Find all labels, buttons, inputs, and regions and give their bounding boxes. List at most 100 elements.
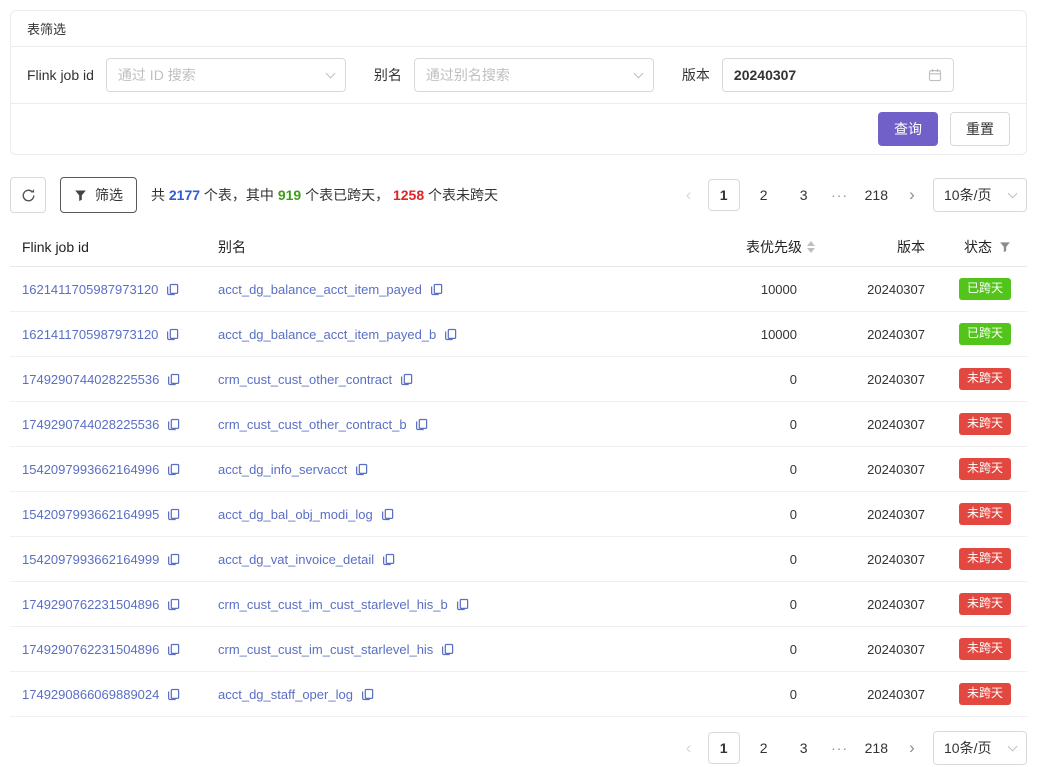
total-count: 2177 — [169, 187, 200, 203]
cell-flink-job-id: 1749290744028225536 — [22, 372, 218, 387]
copy-icon[interactable] — [167, 418, 180, 431]
flink-job-id-link[interactable]: 1749290762231504896 — [22, 642, 159, 657]
column-label: 别名 — [218, 237, 246, 257]
flink-job-id-link[interactable]: 1749290744028225536 — [22, 372, 159, 387]
search-button[interactable]: 查询 — [878, 112, 938, 146]
alias-link[interactable]: crm_cust_cust_other_contract — [218, 372, 392, 387]
refresh-button[interactable] — [10, 177, 46, 213]
alias-link[interactable]: crm_cust_cust_im_cust_starlevel_his — [218, 642, 433, 657]
pagination-page-2[interactable]: 2 — [748, 179, 780, 211]
cell-flink-job-id: 1749290762231504896 — [22, 642, 218, 657]
cell-flink-job-id: 1542097993662164995 — [22, 507, 218, 522]
version-date-input[interactable]: 20240307 — [722, 58, 954, 92]
filter-funnel-icon[interactable] — [999, 241, 1011, 253]
pagination-page-1[interactable]: 1 — [708, 732, 740, 764]
copy-icon[interactable] — [166, 328, 179, 341]
filter-actions-row: 查询 重置 — [11, 104, 1026, 154]
pagination-prev-arrow[interactable]: ‹ — [678, 732, 700, 764]
filter-toggle-button[interactable]: 筛选 — [60, 177, 137, 213]
copy-icon[interactable] — [400, 373, 413, 386]
copy-icon[interactable] — [381, 508, 394, 521]
copy-icon[interactable] — [355, 463, 368, 476]
alias-label: 别名 — [374, 65, 402, 85]
pagination-page-218[interactable]: 218 — [860, 732, 893, 764]
cell-flink-job-id: 1621411705987973120 — [22, 282, 218, 297]
copy-icon[interactable] — [382, 553, 395, 566]
copy-icon[interactable] — [167, 508, 180, 521]
alias-link[interactable]: crm_cust_cust_im_cust_starlevel_his_b — [218, 597, 448, 612]
calendar-icon[interactable] — [928, 68, 942, 82]
pagination-ellipsis[interactable]: ··· — [828, 732, 852, 764]
flink-job-id-link[interactable]: 1542097993662164995 — [22, 507, 159, 522]
pagination-prev-arrow[interactable]: ‹ — [678, 179, 700, 211]
column-priority[interactable]: 表优先级 — [665, 237, 815, 257]
cell-status: 未跨天 — [925, 458, 1011, 480]
page-size-select[interactable]: 10条/页 — [933, 178, 1027, 212]
status-badge: 未跨天 — [959, 683, 1011, 705]
copy-icon[interactable] — [167, 553, 180, 566]
pagination-page-3[interactable]: 3 — [788, 179, 820, 211]
summary-text: 共 2177 个表，其中 919 个表已跨天， 1258 个表未跨天 — [151, 185, 498, 205]
flink-job-id-link[interactable]: 1542097993662164996 — [22, 462, 159, 477]
page-size-value: 10条/页 — [944, 185, 991, 205]
cell-status: 未跨天 — [925, 503, 1011, 525]
column-label: 表优先级 — [746, 237, 802, 257]
copy-icon[interactable] — [415, 418, 428, 431]
cell-alias: crm_cust_cust_other_contract_b — [218, 417, 665, 432]
flink-job-id-link[interactable]: 1749290866069889024 — [22, 687, 159, 702]
column-label: Flink job id — [22, 239, 89, 255]
pagination-page-218[interactable]: 218 — [860, 179, 893, 211]
filter-toggle-label: 筛选 — [95, 185, 123, 205]
cell-alias: crm_cust_cust_im_cust_starlevel_his_b — [218, 597, 665, 612]
copy-icon[interactable] — [456, 598, 469, 611]
pagination-page-1[interactable]: 1 — [708, 179, 740, 211]
alias-link[interactable]: acct_dg_info_servacct — [218, 462, 347, 477]
copy-icon[interactable] — [441, 643, 454, 656]
copy-icon[interactable] — [361, 688, 374, 701]
flink-job-id-link[interactable]: 1749290744028225536 — [22, 417, 159, 432]
pagination-ellipsis[interactable]: ··· — [828, 179, 852, 211]
copy-icon[interactable] — [430, 283, 443, 296]
pagination-page-3[interactable]: 3 — [788, 732, 820, 764]
cell-priority: 0 — [665, 417, 815, 432]
filter-card-title: 表筛选 — [11, 11, 1026, 47]
copy-icon[interactable] — [167, 373, 180, 386]
flink-job-id-link[interactable]: 1542097993662164999 — [22, 552, 159, 567]
alias-select[interactable]: 通过别名搜索 — [414, 58, 654, 92]
alias-link[interactable]: acct_dg_balance_acct_item_payed_b — [218, 327, 436, 342]
pagination-next-arrow[interactable]: › — [901, 732, 923, 764]
flink-job-id-link[interactable]: 1621411705987973120 — [22, 282, 158, 297]
flink-job-id-link[interactable]: 1749290762231504896 — [22, 597, 159, 612]
column-label: 状态 — [964, 237, 992, 257]
copy-icon[interactable] — [167, 463, 180, 476]
flink-job-id-select[interactable]: 通过 ID 搜索 — [106, 58, 346, 92]
table-row: 1621411705987973120 acct_dg_balance_acct_… — [10, 312, 1027, 357]
copy-icon[interactable] — [167, 643, 180, 656]
alias-link[interactable]: acct_dg_vat_invoice_detail — [218, 552, 374, 567]
flink-job-id-link[interactable]: 1621411705987973120 — [22, 327, 158, 342]
table-row: 1749290744028225536 crm_cust_cust_other_c… — [10, 357, 1027, 402]
alias-link[interactable]: crm_cust_cust_other_contract_b — [218, 417, 407, 432]
cell-priority: 0 — [665, 462, 815, 477]
page-size-select[interactable]: 10条/页 — [933, 731, 1027, 765]
reset-button[interactable]: 重置 — [950, 112, 1010, 146]
pagination-next-arrow[interactable]: › — [901, 179, 923, 211]
cell-priority: 0 — [665, 552, 815, 567]
cell-priority: 0 — [665, 372, 815, 387]
pagination-page-2[interactable]: 2 — [748, 732, 780, 764]
alias-link[interactable]: acct_dg_bal_obj_modi_log — [218, 507, 373, 522]
cell-flink-job-id: 1749290744028225536 — [22, 417, 218, 432]
alias-placeholder: 通过别名搜索 — [426, 65, 510, 85]
alias-link[interactable]: acct_dg_balance_acct_item_payed — [218, 282, 422, 297]
cell-status: 已跨天 — [925, 323, 1011, 345]
copy-icon[interactable] — [167, 598, 180, 611]
copy-icon[interactable] — [444, 328, 457, 341]
sort-icon[interactable] — [807, 241, 815, 253]
cell-alias: acct_dg_vat_invoice_detail — [218, 552, 665, 567]
summary-segment: 个表未跨天 — [424, 187, 498, 203]
crossed-count: 919 — [278, 187, 301, 203]
copy-icon[interactable] — [167, 688, 180, 701]
alias-link[interactable]: acct_dg_staff_oper_log — [218, 687, 353, 702]
pager-zone-top: ‹123 ··· 218› 10条/页 — [678, 178, 1027, 212]
copy-icon[interactable] — [166, 283, 179, 296]
